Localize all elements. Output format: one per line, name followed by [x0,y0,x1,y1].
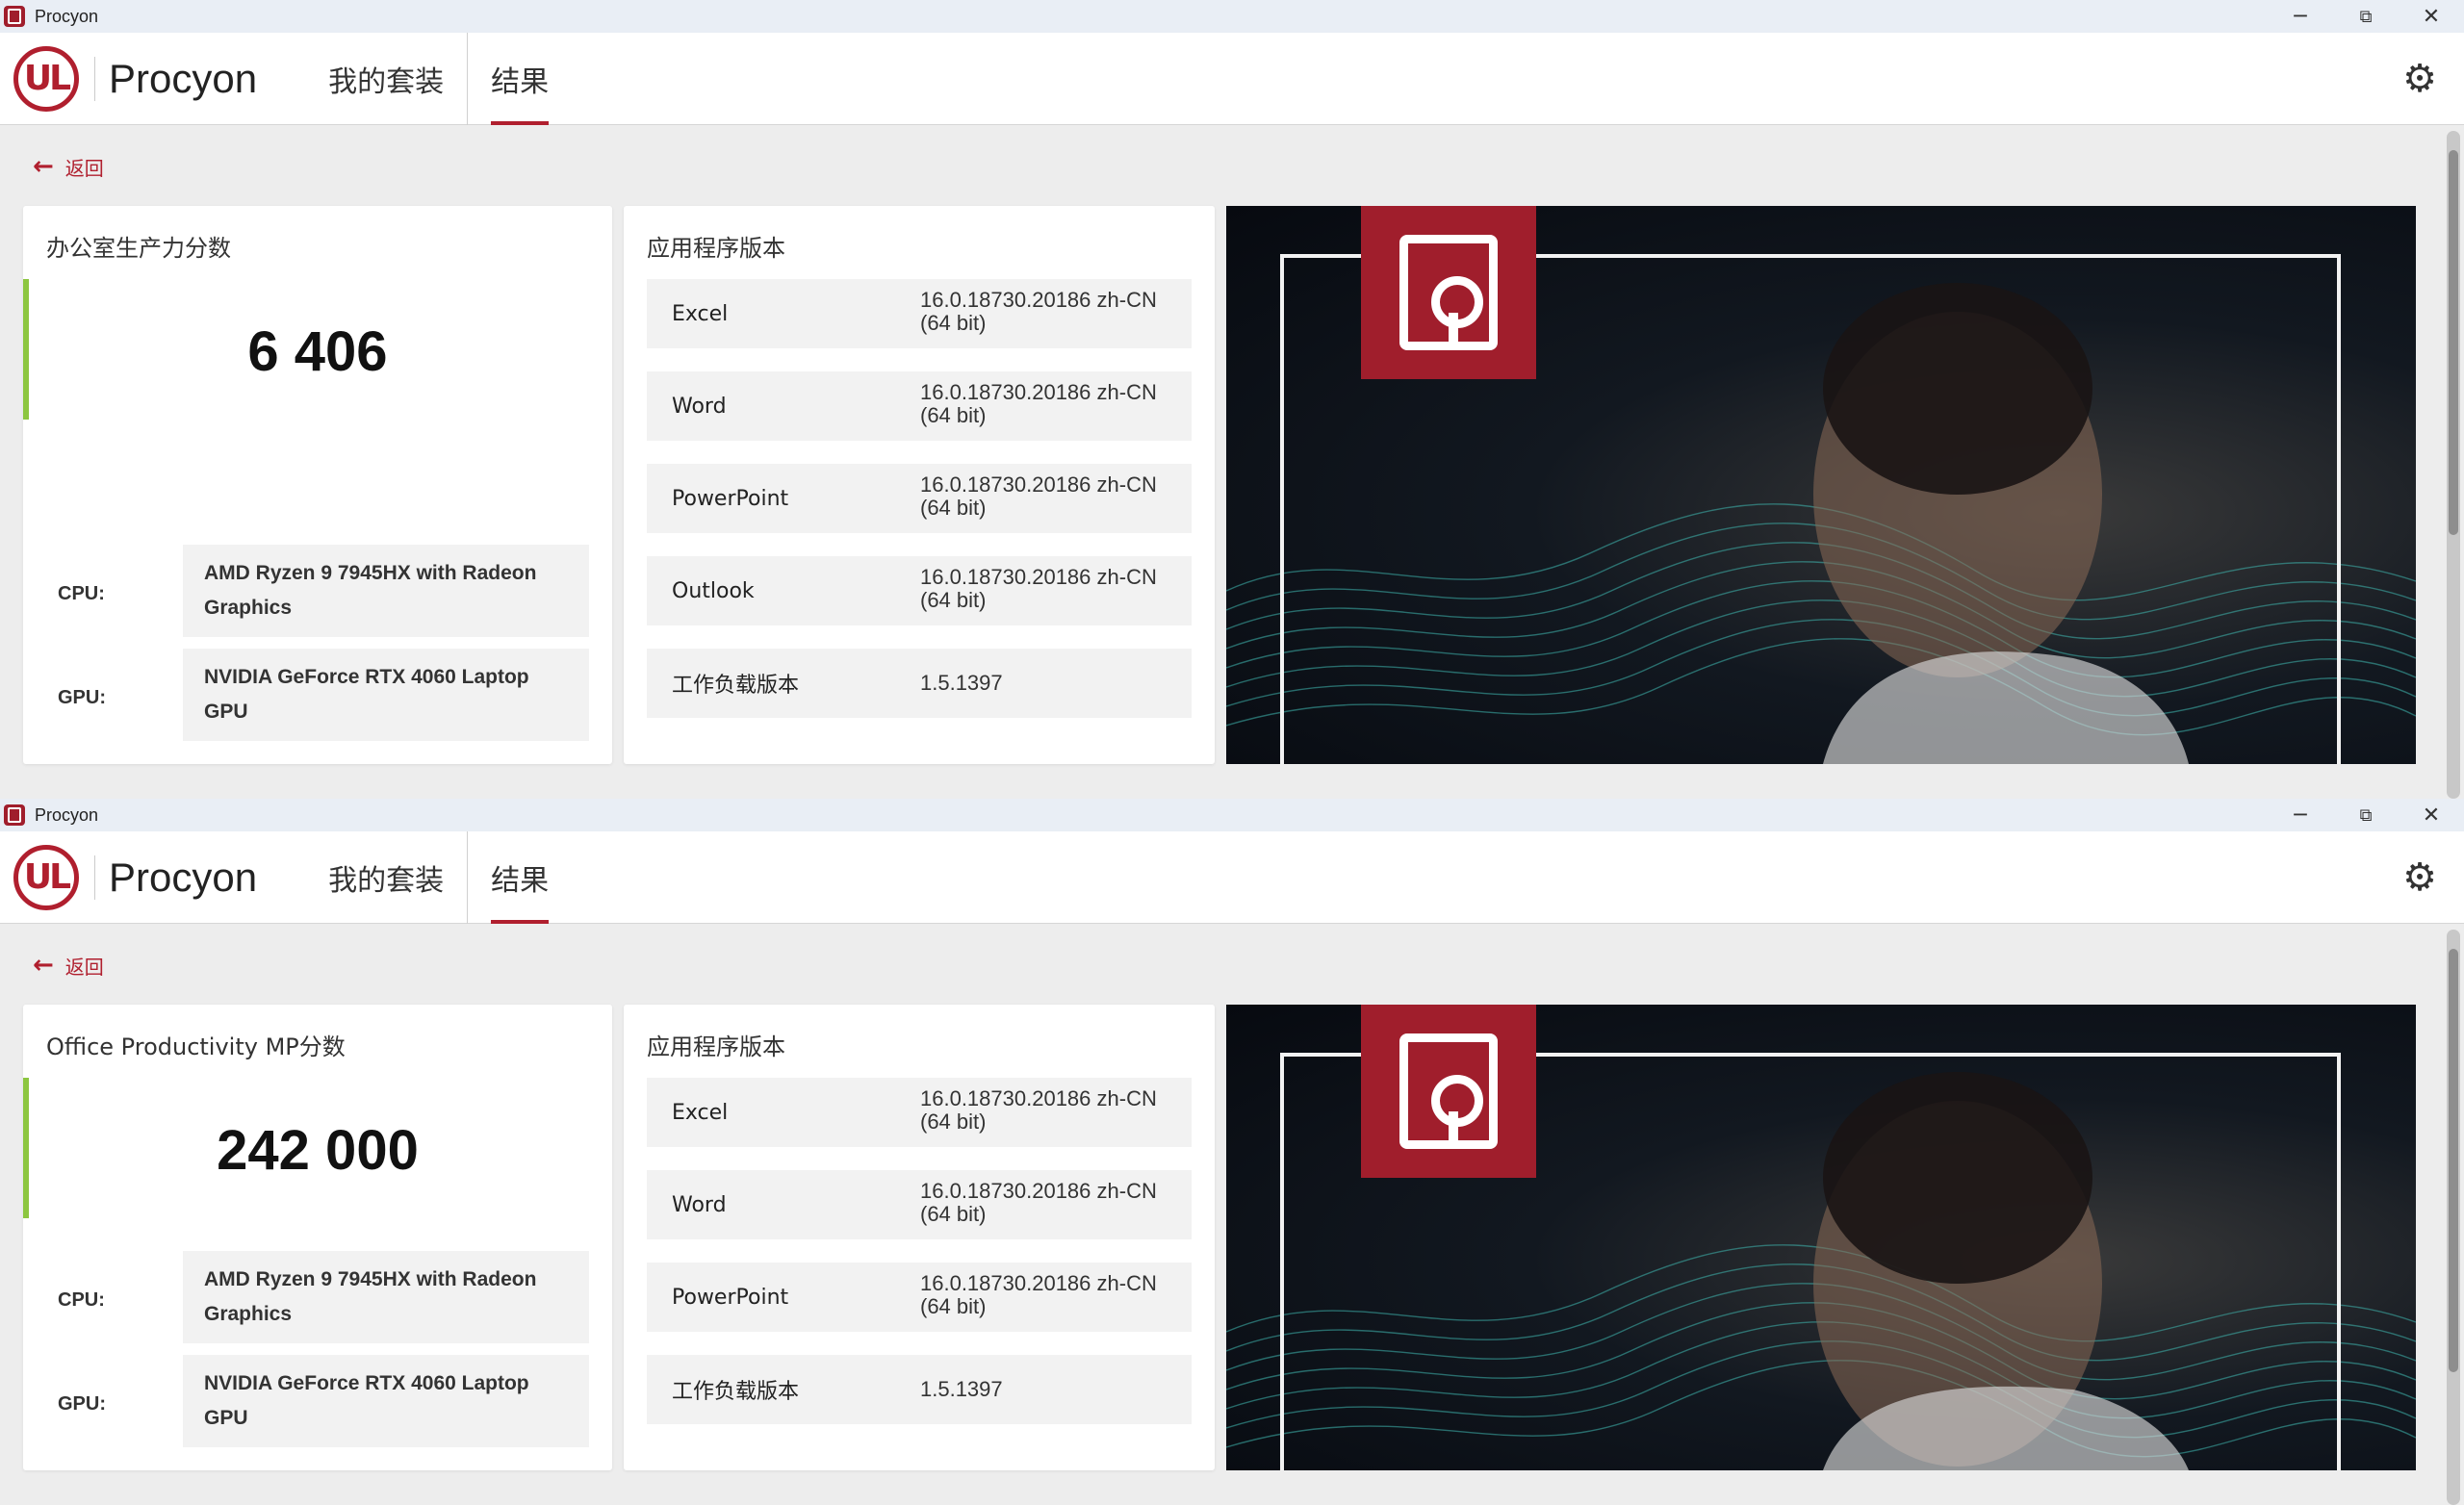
title-bar: Procyon ─ ⧉ ✕ [0,0,2464,33]
versions-title: 应用程序版本 [647,235,785,262]
maximize-icon: ⧉ [2359,804,2373,826]
version-row: Excel 16.0.18730.20186 zh-CN (64 bit) [647,279,1192,348]
version-row: PowerPoint 16.0.18730.20186 zh-CN (64 bi… [647,464,1192,533]
back-link[interactable]: ← 返回 [33,951,104,980]
ul-logo: UL [13,45,79,112]
tab-results[interactable]: 结果 [467,830,572,924]
version-app-name: Outlook [672,578,755,603]
app-name: Procyon [109,854,258,900]
version-value: 16.0.18730.20186 zh-CN (64 bit) [920,472,1157,520]
scrollbar[interactable] [2447,131,2460,799]
version-value: 16.0.18730.20186 zh-CN (64 bit) [920,1179,1157,1226]
back-link[interactable]: ← 返回 [33,152,104,181]
office-benchmark-badge [1361,206,1536,379]
version-app-name: Word [672,394,727,419]
version-row: Word 16.0.18730.20186 zh-CN (64 bit) [647,371,1192,441]
procyon-window: Procyon ─ ⧉ ✕ UL Procyon 我的套装 结果 ⚙ ← 返回 … [0,799,2464,1505]
cpu-value: AMD Ryzen 9 7945HX with Radeon Graphics [183,1251,589,1343]
version-value: 16.0.18730.20186 zh-CN (64 bit) [920,1271,1157,1318]
version-row: 工作负载版本 1.5.1397 [647,649,1192,718]
version-value: 16.0.18730.20186 zh-CN (64 bit) [920,380,1157,427]
gpu-value: NVIDIA GeForce RTX 4060 Laptop GPU [183,649,589,741]
close-button[interactable]: ✕ [2399,799,2464,831]
back-label: 返回 [64,156,104,180]
gpu-label: GPU: [58,687,106,708]
minimize-button[interactable]: ─ [2268,799,2333,831]
gear-icon: ⚙ [2402,57,2437,101]
app-icon [4,804,25,826]
maximize-icon: ⧉ [2359,6,2373,27]
score-value: 6 406 [247,320,388,383]
office-benchmark-badge [1361,1005,1536,1178]
close-icon: ✕ [2422,4,2441,29]
version-app-name: PowerPoint [672,1285,789,1310]
gpu-value: NVIDIA GeForce RTX 4060 Laptop GPU [183,1355,589,1447]
back-label: 返回 [64,955,104,979]
main-nav: 我的套装 结果 [305,830,572,924]
version-app-name: Excel [672,301,729,326]
version-row: Word 16.0.18730.20186 zh-CN (64 bit) [647,1170,1192,1239]
version-app-name: Excel [672,1100,729,1125]
version-app-name: PowerPoint [672,486,789,511]
app-name: Procyon [109,55,258,101]
close-button[interactable]: ✕ [2399,0,2464,33]
tab-my-suites[interactable]: 我的套装 [305,831,467,924]
version-row: 工作负载版本 1.5.1397 [647,1355,1192,1424]
versions-title: 应用程序版本 [647,1033,785,1060]
maximize-button[interactable]: ⧉ [2333,0,2399,33]
score-title: 办公室生产力分数 [46,235,231,262]
logo-divider [94,56,95,101]
app-icon [4,6,25,27]
minimize-icon: ─ [2294,803,2307,828]
window-title: Procyon [35,6,99,26]
ul-logo: UL [13,844,79,910]
benchmark-hero-image [1226,1005,2416,1470]
version-value: 1.5.1397 [920,1377,1003,1401]
app-versions-card: 应用程序版本 Excel 16.0.18730.20186 zh-CN (64 … [624,206,1215,764]
score-value: 242 000 [217,1119,419,1182]
app-versions-card: 应用程序版本 Excel 16.0.18730.20186 zh-CN (64 … [624,1005,1215,1470]
scrollbar-thumb[interactable] [2449,150,2458,535]
version-app-name: 工作负载版本 [672,1380,800,1404]
score-card: 办公室生产力分数 6 406 CPU: AMD Ryzen 9 7945HX w… [23,206,612,764]
tab-my-suites[interactable]: 我的套装 [305,33,467,125]
version-row: PowerPoint 16.0.18730.20186 zh-CN (64 bi… [647,1263,1192,1332]
version-app-name: Word [672,1192,727,1217]
cpu-label: CPU: [58,1289,105,1311]
arrow-left-icon: ← [33,152,54,181]
benchmark-hero-image [1226,206,2416,764]
score-card: Office Productivity MP分数 242 000 CPU: AM… [23,1005,612,1470]
main-nav: 我的套装 结果 [305,32,572,125]
document-icon [1399,235,1498,350]
gpu-label: GPU: [58,1393,106,1415]
version-row: Excel 16.0.18730.20186 zh-CN (64 bit) [647,1078,1192,1147]
title-bar: Procyon ─ ⧉ ✕ [0,799,2464,831]
tab-results[interactable]: 结果 [467,32,572,125]
settings-button[interactable]: ⚙ [2399,855,2441,900]
document-icon [1399,1033,1498,1149]
version-app-name: 工作负载版本 [672,674,800,698]
version-value: 16.0.18730.20186 zh-CN (64 bit) [920,1086,1157,1134]
version-value: 16.0.18730.20186 zh-CN (64 bit) [920,565,1157,612]
app-header: UL Procyon 我的套装 结果 ⚙ [0,32,2464,125]
scrollbar[interactable] [2447,930,2460,1505]
close-icon: ✕ [2422,803,2441,828]
scrollbar-thumb[interactable] [2449,949,2458,1372]
minimize-button[interactable]: ─ [2268,0,2333,33]
logo-divider [94,855,95,900]
maximize-button[interactable]: ⧉ [2333,799,2399,831]
version-row: Outlook 16.0.18730.20186 zh-CN (64 bit) [647,556,1192,625]
app-header: UL Procyon 我的套装 结果 ⚙ [0,830,2464,924]
window-title: Procyon [35,804,99,825]
cpu-label: CPU: [58,583,105,604]
settings-button[interactable]: ⚙ [2399,57,2441,101]
version-value: 16.0.18730.20186 zh-CN (64 bit) [920,288,1157,335]
gear-icon: ⚙ [2402,855,2437,900]
procyon-window: Procyon ─ ⧉ ✕ UL Procyon 我的套装 结果 ⚙ ← 返回 … [0,0,2464,799]
cpu-value: AMD Ryzen 9 7945HX with Radeon Graphics [183,545,589,637]
version-value: 1.5.1397 [920,671,1003,695]
minimize-icon: ─ [2294,4,2307,29]
arrow-left-icon: ← [33,951,54,980]
score-title: Office Productivity MP分数 [46,1033,346,1060]
